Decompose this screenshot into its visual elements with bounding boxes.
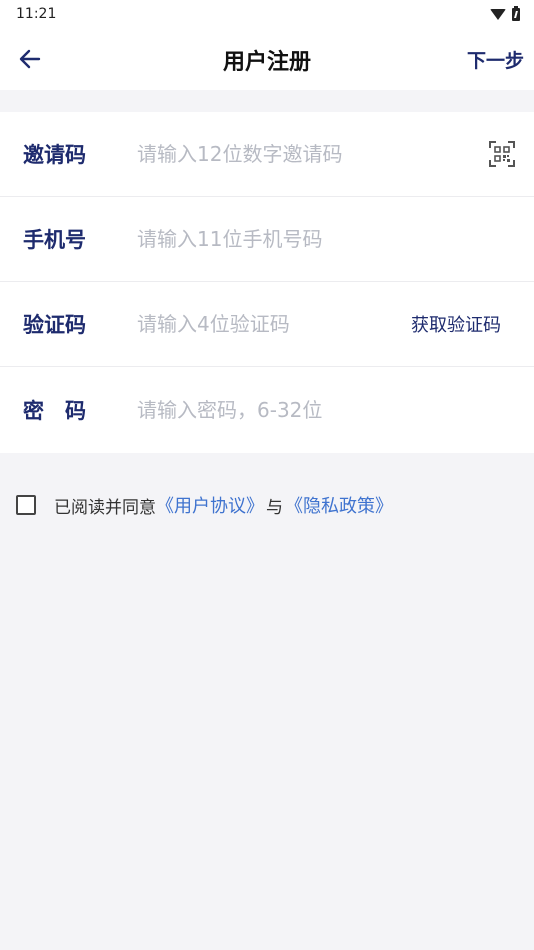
password-input[interactable] — [137, 390, 534, 430]
scan-button[interactable] — [482, 134, 522, 174]
battery-charging-icon — [512, 5, 520, 21]
next-step-button[interactable]: 下一步 — [467, 46, 524, 73]
get-code-button[interactable]: 获取验证码 — [411, 311, 501, 337]
invite-code-label: 邀请码 — [23, 143, 86, 167]
status-bar: 11:21 — [0, 0, 534, 28]
agreement: 已阅读并同意 《用户协议》 与 《隐私政策》 — [16, 492, 393, 518]
verification-code-row: 验证码 获取验证码 — [0, 282, 534, 367]
user-agreement-link[interactable]: 《用户协议》 — [156, 492, 264, 518]
phone-row: 手机号 — [0, 197, 534, 282]
status-time: 11:21 — [16, 6, 57, 22]
verification-code-input[interactable] — [137, 304, 411, 344]
privacy-policy-link[interactable]: 《隐私政策》 — [285, 492, 393, 518]
invite-code-input[interactable] — [137, 134, 482, 174]
password-label: 密 码 — [23, 399, 86, 423]
status-icons — [490, 5, 520, 21]
wifi-icon — [490, 8, 506, 20]
page-title: 用户注册 — [222, 50, 311, 75]
agree-prefix: 已阅读并同意 — [54, 497, 156, 518]
phone-label: 手机号 — [23, 228, 86, 252]
password-row: 密 码 — [0, 367, 534, 453]
agree-separator: 与 — [266, 497, 283, 518]
app-bar: 用户注册 下一步 — [0, 28, 534, 90]
agree-checkbox[interactable] — [16, 495, 36, 515]
verification-code-label: 验证码 — [23, 313, 86, 337]
qr-scan-icon — [489, 141, 515, 167]
invite-code-row: 邀请码 — [0, 112, 534, 197]
register-form: 邀请码 手机号 验证码 获取验证码 — [0, 112, 534, 453]
phone-input[interactable] — [137, 219, 534, 259]
register-screen: 11:21 用户注册 下一步 邀请码 请输入12位数字邀请码 手机号 请输入11… — [0, 0, 534, 950]
